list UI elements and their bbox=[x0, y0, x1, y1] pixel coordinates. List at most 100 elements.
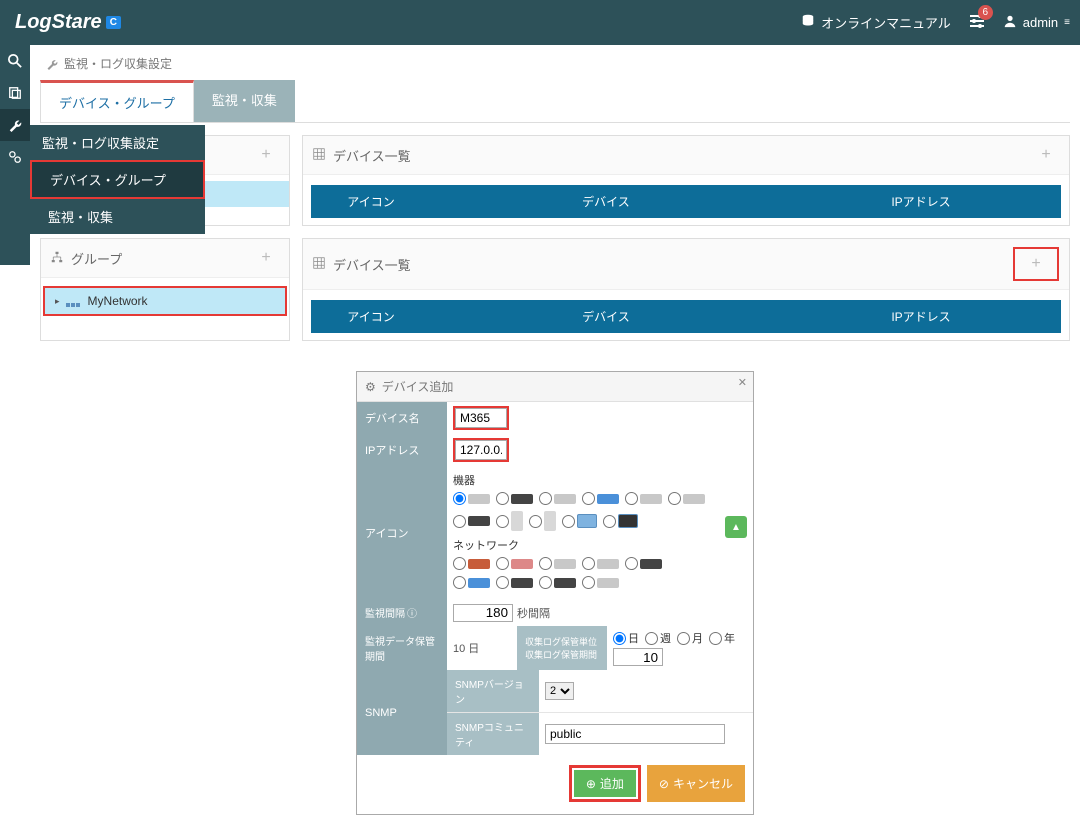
log-retain-input[interactable] bbox=[613, 648, 663, 666]
icon-option[interactable] bbox=[496, 492, 533, 505]
icon-option[interactable] bbox=[453, 557, 490, 570]
radio-year[interactable]: 年 bbox=[709, 630, 735, 646]
tab-device-group[interactable]: デバイス・グループ bbox=[40, 80, 194, 122]
radio-week[interactable]: 週 bbox=[645, 630, 671, 646]
row-icon: アイコン 機器 bbox=[357, 466, 753, 599]
interval-input[interactable] bbox=[453, 604, 513, 622]
icon-cat-device: 機器 bbox=[453, 472, 747, 488]
radio-month[interactable]: 月 bbox=[677, 630, 703, 646]
cancel-button[interactable]: ⊘ キャンセル bbox=[647, 765, 745, 802]
icon-option[interactable] bbox=[453, 492, 490, 505]
col-ip: IPアドレス bbox=[781, 185, 1061, 218]
retention-val: 10 日 bbox=[453, 640, 479, 656]
icon-option[interactable] bbox=[582, 492, 619, 505]
add-button[interactable]: ⊕ 追加 bbox=[574, 770, 636, 797]
icon-grid-network bbox=[453, 557, 747, 570]
group-tree-2: ▸ MyNetwork bbox=[41, 278, 289, 324]
icon-option[interactable] bbox=[603, 514, 638, 528]
user-menu[interactable]: admin ≡ bbox=[1003, 14, 1070, 31]
user-name: admin bbox=[1023, 15, 1058, 30]
breadcrumb: 監視・ログ収集設定 bbox=[40, 45, 1070, 80]
group-title-2: グループ bbox=[71, 249, 122, 268]
breadcrumb-text: 監視・ログ収集設定 bbox=[64, 55, 172, 72]
alerts-button[interactable]: 6 bbox=[969, 13, 985, 32]
log-unit-radio: 日 週 月 年 bbox=[613, 630, 735, 646]
flyout-monitor[interactable]: 監視・収集 bbox=[30, 199, 205, 234]
network-icon bbox=[66, 296, 82, 306]
icon-option[interactable] bbox=[625, 557, 662, 570]
icon-option[interactable] bbox=[562, 514, 597, 528]
ip-input[interactable] bbox=[455, 440, 507, 460]
online-manual-link[interactable]: オンラインマニュアル bbox=[801, 13, 951, 32]
rail-gears[interactable] bbox=[0, 141, 30, 173]
icon-grid-device-2 bbox=[453, 511, 747, 531]
table-icon bbox=[313, 148, 325, 163]
device-list-title: デバイス一覧 bbox=[333, 146, 411, 165]
icon-option[interactable] bbox=[668, 492, 705, 505]
snmp-version-select[interactable]: 2 bbox=[545, 682, 574, 700]
tree-label: MyNetwork bbox=[88, 294, 148, 308]
logo-text: LogStare bbox=[15, 11, 102, 34]
add-device-button-2[interactable]: + bbox=[1013, 247, 1059, 281]
icon-option[interactable] bbox=[625, 492, 662, 505]
device-panel-2: デバイス一覧 + アイコン デバイス IPアドレス bbox=[302, 238, 1070, 341]
label-log-unit: 収集ログ保管単位 収集ログ保管期間 bbox=[517, 626, 607, 670]
database-icon bbox=[801, 14, 815, 31]
icon-cat-network: ネットワーク bbox=[453, 537, 747, 553]
dialog-footer: ⊕ 追加 ⊘ キャンセル bbox=[357, 755, 753, 814]
dialog-title-text: デバイス追加 bbox=[382, 378, 454, 395]
menu-icon: ≡ bbox=[1064, 17, 1070, 28]
label-snmp: SNMP bbox=[357, 670, 447, 755]
group-panel-2: グループ + ▸ MyNetwork bbox=[40, 238, 290, 341]
row-retention: 監視データ保管期間 10 日 収集ログ保管単位 収集ログ保管期間 日 週 月 年 bbox=[357, 626, 753, 670]
device-panel-head-1: デバイス一覧 + bbox=[303, 136, 1069, 175]
col-device-2: デバイス bbox=[431, 300, 781, 333]
col-ip-2: IPアドレス bbox=[781, 300, 1061, 333]
interval-unit: 秒間隔 bbox=[517, 605, 550, 621]
dialog-title-bar: ⚙ デバイス追加 ✕ bbox=[357, 372, 753, 402]
rail-search[interactable] bbox=[0, 45, 30, 77]
row-ip: IPアドレス bbox=[357, 434, 753, 466]
icon-option[interactable] bbox=[496, 511, 523, 531]
row-snmp: SNMP SNMPバージョン 2 SNMPコミュニティ bbox=[357, 670, 753, 755]
device-name-input[interactable] bbox=[455, 408, 507, 428]
add-group-button[interactable]: + bbox=[253, 144, 279, 166]
tab-bar: デバイス・グループ 監視・収集 bbox=[40, 80, 1070, 123]
rail-wrench[interactable] bbox=[0, 109, 30, 141]
tab-monitor-collect[interactable]: 監視・収集 bbox=[194, 80, 295, 122]
side-rail bbox=[0, 45, 30, 265]
rail-copy[interactable] bbox=[0, 77, 30, 109]
row-device-name: デバイス名 bbox=[357, 402, 753, 434]
add-device-button-1[interactable]: + bbox=[1033, 144, 1059, 166]
add-group-button-2[interactable]: + bbox=[253, 247, 279, 269]
snmp-community-input[interactable] bbox=[545, 724, 725, 744]
scroll-up-button[interactable]: ▲ bbox=[725, 516, 747, 538]
label-snmp-comm: SNMPコミュニティ bbox=[447, 713, 539, 755]
icon-option[interactable] bbox=[539, 576, 576, 589]
icon-option[interactable] bbox=[496, 557, 533, 570]
col-icon: アイコン bbox=[311, 185, 431, 218]
device-table-head-1: アイコン デバイス IPアドレス bbox=[311, 185, 1061, 218]
device-panel-1: デバイス一覧 + アイコン デバイス IPアドレス bbox=[302, 135, 1070, 226]
icon-option[interactable] bbox=[582, 557, 619, 570]
device-list-title-2: デバイス一覧 bbox=[333, 255, 411, 274]
icon-option[interactable] bbox=[529, 511, 556, 531]
tree-item-mynetwork[interactable]: ▸ MyNetwork bbox=[43, 286, 287, 316]
icon-option[interactable] bbox=[453, 515, 490, 528]
device-add-dialog: ⚙ デバイス追加 ✕ デバイス名 IPアドレス アイコン bbox=[356, 371, 754, 815]
icon-option[interactable] bbox=[453, 576, 490, 589]
row-interval: 監視間隔 ⓘ 秒間隔 bbox=[357, 599, 753, 626]
manual-label: オンラインマニュアル bbox=[821, 13, 951, 32]
dialog-close-button[interactable]: ✕ bbox=[738, 376, 747, 389]
icon-option[interactable] bbox=[582, 576, 619, 589]
label-device-name: デバイス名 bbox=[357, 402, 447, 434]
sitemap-icon bbox=[51, 251, 63, 266]
icon-option[interactable] bbox=[539, 557, 576, 570]
icon-option[interactable] bbox=[539, 492, 576, 505]
logo-badge: C bbox=[106, 16, 121, 29]
flyout-device-group[interactable]: デバイス・グループ bbox=[30, 160, 205, 199]
dialog-form: デバイス名 IPアドレス アイコン 機器 bbox=[357, 402, 753, 755]
col-device: デバイス bbox=[431, 185, 781, 218]
radio-day[interactable]: 日 bbox=[613, 630, 639, 646]
icon-option[interactable] bbox=[496, 576, 533, 589]
